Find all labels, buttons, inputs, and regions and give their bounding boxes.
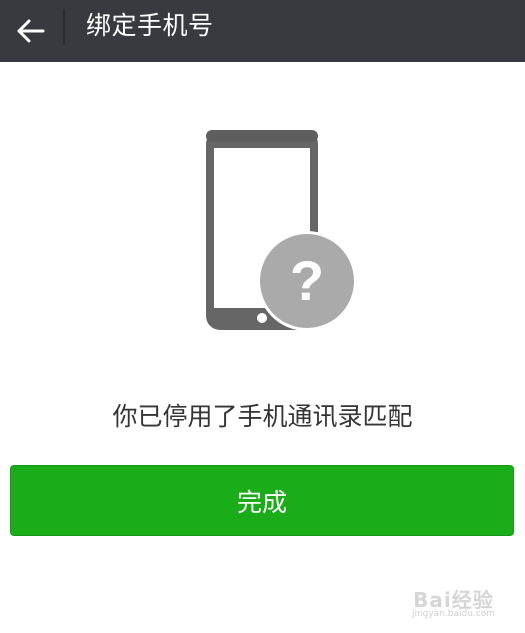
svg-text:?: ? xyxy=(290,249,324,312)
status-message: 你已停用了手机通讯录匹配 xyxy=(112,402,413,431)
back-button[interactable] xyxy=(0,0,62,62)
phone-question-illustration: ? xyxy=(200,126,360,336)
phone-question-icon: ? xyxy=(206,130,357,331)
page: 绑定手机号 ? 你已停用了手机通讯录匹配 完成 Bai经验 jingyan.ba… xyxy=(0,0,525,633)
title-divider xyxy=(63,9,65,45)
watermark-url: jingyan.baidu.com xyxy=(411,609,495,619)
page-title: 绑定手机号 xyxy=(86,11,214,40)
arrow-left-icon xyxy=(17,19,45,43)
watermark: Bai经验 jingyan.baidu.com xyxy=(411,588,495,621)
title-bar: 绑定手机号 xyxy=(0,0,525,62)
watermark-brand: Bai经验 xyxy=(413,588,494,612)
done-button[interactable]: 完成 xyxy=(10,465,514,536)
